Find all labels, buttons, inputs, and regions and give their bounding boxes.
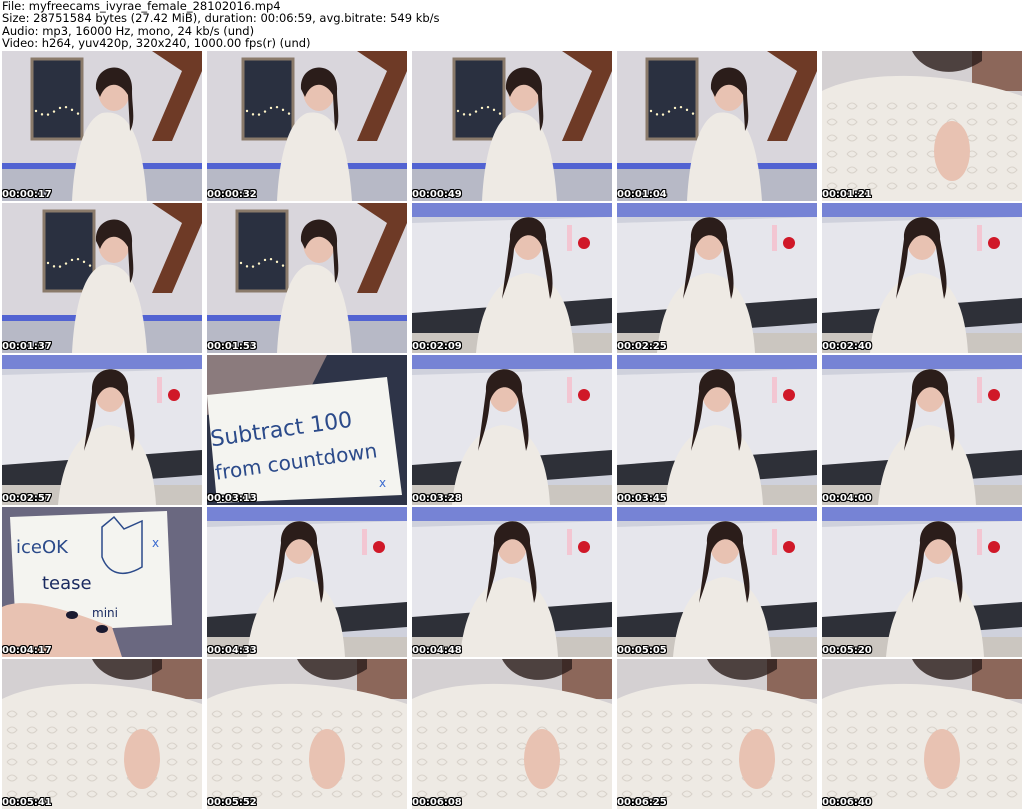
- video-thumbnail: 00:02:40: [822, 203, 1022, 353]
- thumbnail-timestamp: 00:04:33: [207, 645, 257, 656]
- file-info-header: File: myfreecams_ivyrae_female_28102016.…: [2, 0, 1022, 50]
- thumbnail-image: [822, 203, 1022, 353]
- video-thumbnail: 00:05:52: [207, 659, 407, 809]
- video-thumbnail: 00:06:08: [412, 659, 612, 809]
- thumbnail-timestamp: 00:02:09: [412, 341, 462, 352]
- thumbnail-image: [617, 659, 817, 809]
- thumbnail-timestamp: 00:04:17: [2, 645, 52, 656]
- thumbnail-image: [412, 203, 612, 353]
- thumbnail-timestamp: 00:06:40: [822, 797, 872, 808]
- video-thumbnail: 00:00:32: [207, 51, 407, 201]
- thumbnail-timestamp: 00:04:00: [822, 493, 872, 504]
- thumbnail-image: [412, 51, 612, 201]
- note-text-line-1: iceOK: [16, 537, 69, 558]
- video-thumbnail: 00:03:28: [412, 355, 612, 505]
- thumbnail-image: [2, 51, 202, 201]
- video-thumbnail: 00:06:40: [822, 659, 1022, 809]
- thumbnail-timestamp: 00:00:17: [2, 189, 52, 200]
- video-thumbnail: 00:04:00: [822, 355, 1022, 505]
- thumbnail-image: [207, 203, 407, 353]
- thumbnail-image: [412, 355, 612, 505]
- thumbnail-image: [207, 51, 407, 201]
- note-mark: x: [379, 476, 386, 490]
- thumbnail-image: [207, 507, 407, 657]
- thumbnail-image: [412, 659, 612, 809]
- video-thumbnail: 00:05:05: [617, 507, 817, 657]
- video-thumbnail: 00:02:57: [2, 355, 202, 505]
- thumbnail-image: [617, 51, 817, 201]
- thumbnail-timestamp: 00:02:57: [2, 493, 52, 504]
- video-thumbnail: 00:01:21: [822, 51, 1022, 201]
- video-thumbnail: 00:05:20: [822, 507, 1022, 657]
- thumbnail-image: Subtract 100from countdown x: [207, 355, 407, 505]
- thumbnail-image: [617, 355, 817, 505]
- thumbnail-image: [617, 507, 817, 657]
- note-text-line-3: mini: [92, 606, 118, 620]
- thumbnail-timestamp: 00:01:04: [617, 189, 667, 200]
- video-thumbnail: 00:04:48: [412, 507, 612, 657]
- video-thumbnail: 00:01:53: [207, 203, 407, 353]
- thumbnail-timestamp: 00:06:25: [617, 797, 667, 808]
- note-mark: x: [152, 536, 159, 550]
- video-thumbnail: 00:02:25: [617, 203, 817, 353]
- thumbnail-timestamp: 00:02:25: [617, 341, 667, 352]
- thumbnail-image: [617, 203, 817, 353]
- thumbnail-timestamp: 00:01:53: [207, 341, 257, 352]
- thumbnail-grid: 00:00:17 00:00:32 00:00:49 00:01:04 00:01:21…: [2, 51, 1022, 809]
- thumbnail-image: [822, 507, 1022, 657]
- thumbnail-timestamp: 00:00:49: [412, 189, 462, 200]
- thumbnail-timestamp: 00:05:52: [207, 797, 257, 808]
- thumbnail-timestamp: 00:05:20: [822, 645, 872, 656]
- thumbnail-timestamp: 00:01:21: [822, 189, 872, 200]
- thumbnail-image: [2, 659, 202, 809]
- video-thumbnail: 00:01:04: [617, 51, 817, 201]
- video-thumbnail: iceOK tease mini x 00:04:17: [2, 507, 202, 657]
- thumbnail-timestamp: 00:04:48: [412, 645, 462, 656]
- video-thumbnail: 00:04:33: [207, 507, 407, 657]
- thumbnail-timestamp: 00:03:28: [412, 493, 462, 504]
- thumbnail-timestamp: 00:02:40: [822, 341, 872, 352]
- video-thumbnail: 00:03:45: [617, 355, 817, 505]
- file-size-line: Size: 28751584 bytes (27.42 MiB), durati…: [2, 11, 440, 26]
- thumbnail-timestamp: 00:03:45: [617, 493, 667, 504]
- video-thumbnail: 00:06:25: [617, 659, 817, 809]
- video-thumbnail: 00:00:17: [2, 51, 202, 201]
- thumbnail-timestamp: 00:05:41: [2, 797, 52, 808]
- thumbnail-image: [822, 659, 1022, 809]
- thumbnail-image: iceOK teasemini x: [2, 507, 202, 657]
- thumbnail-image: [822, 355, 1022, 505]
- video-thumbnail: Subtract 100 from countdown x 00:03:13: [207, 355, 407, 505]
- thumbnail-timestamp: 00:01:37: [2, 341, 52, 352]
- thumbnail-image: [2, 355, 202, 505]
- thumbnail-image: [2, 203, 202, 353]
- thumbnail-image: [412, 507, 612, 657]
- video-thumbnail: 00:05:41: [2, 659, 202, 809]
- thumbnail-timestamp: 00:05:05: [617, 645, 667, 656]
- thumbnail-image: [822, 51, 1022, 201]
- thumbnail-timestamp: 00:03:13: [207, 493, 257, 504]
- thumbnail-timestamp: 00:00:32: [207, 189, 257, 200]
- video-thumbnail: 00:02:09: [412, 203, 612, 353]
- thumbnail-timestamp: 00:06:08: [412, 797, 462, 808]
- video-thumbnail: 00:01:37: [2, 203, 202, 353]
- thumbnail-image: [207, 659, 407, 809]
- video-info-line: Video: h264, yuv420p, 320x240, 1000.00 f…: [2, 36, 311, 51]
- note-text-line-2: tease: [42, 573, 92, 594]
- video-thumbnail: 00:00:49: [412, 51, 612, 201]
